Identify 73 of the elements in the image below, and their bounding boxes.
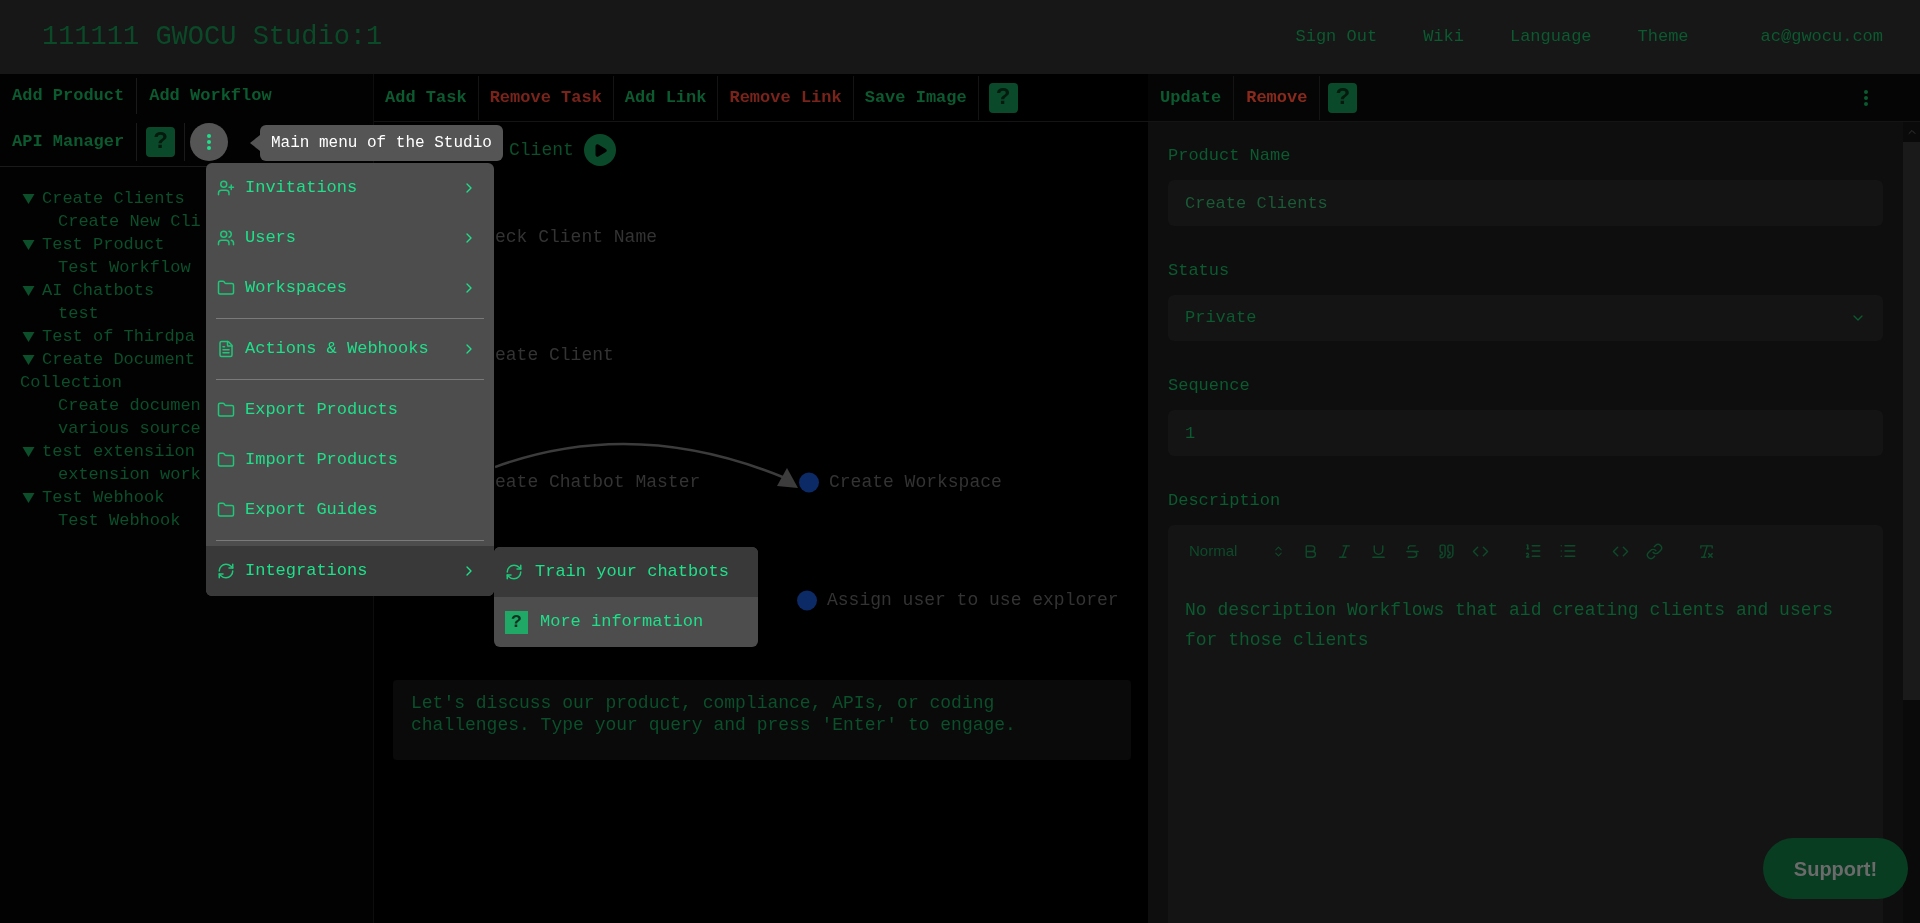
refresh-icon — [217, 562, 235, 580]
toolbar-button[interactable]: Add Task — [374, 75, 479, 120]
toolbar-button[interactable]: Add Product — [0, 78, 137, 114]
field-label: Status — [1168, 260, 1231, 282]
field-label: Sequence — [1168, 375, 1251, 397]
tooltip-pointer-icon — [250, 135, 260, 151]
scrollbar[interactable] — [1903, 122, 1920, 923]
help-button[interactable]: ? — [1328, 82, 1358, 113]
refresh-icon — [505, 563, 523, 581]
text-field[interactable]: Create Clients — [1168, 180, 1883, 226]
menu-item[interactable]: Actions & Webhooks — [206, 324, 494, 374]
folder-icon — [217, 451, 235, 469]
more-icon — [207, 134, 212, 150]
document-icon — [217, 340, 235, 358]
caret-icon[interactable] — [22, 446, 35, 458]
caret-icon[interactable] — [22, 239, 35, 251]
help-button[interactable]: ? — [146, 127, 176, 157]
caret-icon[interactable] — [22, 492, 35, 504]
users-icon — [217, 229, 235, 247]
toolbar-button[interactable]: Save Image — [853, 75, 979, 120]
more-icon[interactable] — [1864, 89, 1868, 106]
toolbar-button[interactable]: Add Workflow — [136, 78, 284, 114]
menu-item[interactable]: Train your chatbots — [494, 547, 758, 597]
menu-item[interactable]: Users — [206, 213, 494, 263]
caret-icon[interactable] — [22, 354, 35, 366]
toolbar-button[interactable]: Remove Task — [478, 75, 614, 120]
status-select[interactable]: Private — [1168, 295, 1883, 341]
play-icon — [593, 142, 609, 158]
task-node-label[interactable]: Client — [509, 136, 574, 164]
field-label: Description — [1168, 490, 1282, 512]
link-icon[interactable] — [1646, 542, 1663, 560]
header-link[interactable]: Sign Out — [1295, 24, 1378, 50]
folder-icon — [217, 401, 235, 419]
clear-format-icon[interactable] — [1698, 542, 1715, 560]
header-link[interactable]: Language — [1509, 24, 1592, 50]
menu-item[interactable]: Export Products — [206, 385, 494, 435]
strikethrough-icon[interactable] — [1404, 542, 1421, 560]
italic-icon[interactable] — [1336, 542, 1353, 560]
underline-icon[interactable] — [1370, 542, 1387, 560]
tooltip: Main menu of the Studio — [260, 125, 503, 161]
folder-icon — [217, 501, 235, 519]
toolbar-button[interactable]: Update — [1148, 75, 1235, 120]
header-link[interactable]: Wiki — [1423, 24, 1464, 50]
caret-icon[interactable] — [22, 331, 35, 343]
caret-icon[interactable] — [22, 193, 35, 205]
chat-input-field[interactable]: Let's discuss our product, compliance, APIs, or coding challenges. Type your query and press 'Enter' to engage. — [393, 680, 1131, 760]
menu-item[interactable]: Import Products — [206, 435, 494, 485]
folder-icon — [217, 279, 235, 297]
toolbar-button[interactable]: Remove — [1234, 75, 1321, 120]
menu-item[interactable]: Integrations — [206, 546, 494, 596]
header-link[interactable]: ac@gwocu.com — [1760, 24, 1883, 50]
header-link[interactable]: Theme — [1637, 24, 1689, 50]
menu-item[interactable]: Workspaces — [206, 263, 494, 313]
support-button[interactable]: Support! — [1763, 838, 1908, 899]
menu-item[interactable]: Export Guides — [206, 485, 494, 535]
description-text: No description Workflows that aid creating clients and users for those clients — [1185, 599, 1835, 652]
menu-item[interactable]: ? More information — [494, 597, 758, 647]
toolbar-button[interactable]: Add Link — [613, 75, 719, 120]
field-label: Product Name — [1168, 145, 1292, 167]
bullet-list-icon[interactable] — [1559, 542, 1577, 560]
toolbar-button[interactable]: Remove Link — [718, 75, 854, 120]
help-badge: ? — [505, 610, 528, 634]
ordered-list-icon[interactable] — [1524, 542, 1542, 560]
up-down-icon — [1272, 544, 1285, 558]
main-menu-button[interactable] — [190, 123, 229, 161]
text-field[interactable]: 1 — [1168, 410, 1883, 456]
menu-item[interactable]: Invitations — [206, 163, 494, 213]
help-button[interactable]: ? — [988, 82, 1018, 113]
quote-icon[interactable] — [1438, 542, 1455, 560]
play-button[interactable] — [583, 134, 616, 166]
toolbar-button[interactable]: API Manager — [0, 123, 138, 161]
caret-icon[interactable] — [22, 285, 35, 297]
user-plus-icon — [217, 179, 235, 197]
